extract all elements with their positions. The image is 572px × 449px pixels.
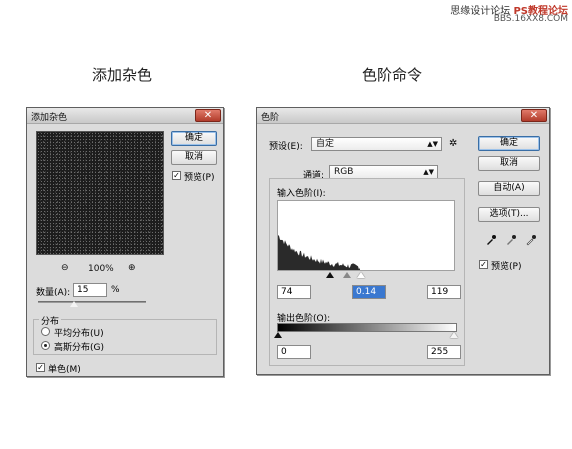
histogram [277, 200, 455, 271]
gaussian-label: 高斯分布(G) [54, 343, 104, 353]
options-button[interactable]: 选项(T)... [478, 207, 540, 222]
monochromatic-checkbox[interactable]: ✓ [36, 363, 45, 372]
input-white-field[interactable]: 119 [427, 285, 461, 299]
output-black-field[interactable]: 0 [277, 345, 311, 359]
uniform-label: 平均分布(U) [54, 329, 104, 339]
input-white-slider[interactable] [357, 272, 365, 278]
output-white-slider[interactable] [450, 332, 458, 338]
preset-label: 预设(E): [269, 142, 303, 152]
preview-label: 预览(P) [491, 262, 522, 272]
histogram-shape [278, 235, 360, 270]
noise-preview [36, 131, 164, 255]
black-eyedropper-icon[interactable] [485, 234, 497, 246]
histogram-graph [278, 235, 360, 270]
output-gradient [277, 323, 457, 332]
zoom-level: 100% [88, 264, 114, 274]
chevron-down-icon: ▲▼ [427, 140, 438, 148]
add-noise-dialog: 添加杂色 ✕ 确定 取消 ✓ 预览(P) ⊖ 100% ⊕ 数量(A): 15 … [26, 107, 224, 377]
amount-slider-thumb[interactable] [69, 301, 78, 307]
levels-dialog: 色阶 ✕ 预设(E): 自定 ▲▼ ✲ 通道: RGB ▲▼ 输入色阶(I): … [256, 107, 550, 375]
zoom-in-icon[interactable]: ⊕ [128, 263, 136, 273]
cancel-button[interactable]: 取消 [478, 156, 540, 171]
zoom-out-icon[interactable]: ⊖ [61, 263, 69, 273]
channel-select[interactable]: RGB ▲▼ [329, 165, 438, 179]
watermark-url: BBS.16XX8.COM [493, 14, 568, 24]
input-black-slider[interactable] [326, 272, 334, 278]
gaussian-radio[interactable] [41, 341, 50, 350]
preview-label: 预览(P) [184, 173, 215, 183]
chevron-down-icon: ▲▼ [423, 168, 434, 176]
ok-button[interactable]: 确定 [478, 136, 540, 151]
preview-checkbox[interactable]: ✓ [172, 171, 181, 180]
gray-eyedropper-icon[interactable] [505, 234, 517, 246]
close-button[interactable]: ✕ [521, 109, 547, 122]
levels-title: 色阶 [261, 113, 280, 123]
channel-value: RGB [334, 167, 354, 177]
ok-button[interactable]: 确定 [171, 131, 217, 146]
output-white-field[interactable]: 255 [427, 345, 461, 359]
white-eyedropper-icon[interactable] [525, 234, 537, 246]
input-levels-label: 输入色阶(I): [277, 189, 326, 199]
add-noise-title: 添加杂色 [31, 113, 68, 123]
preset-select[interactable]: 自定 ▲▼ [311, 137, 442, 151]
cancel-button[interactable]: 取消 [171, 150, 217, 165]
amount-unit: % [111, 285, 120, 295]
caption-add-noise: 添加杂色 [92, 66, 153, 84]
auto-button[interactable]: 自动(A) [478, 181, 540, 196]
input-black-field[interactable]: 74 [277, 285, 311, 299]
gear-icon[interactable]: ✲ [449, 138, 457, 149]
preview-checkbox[interactable]: ✓ [479, 260, 488, 269]
output-black-slider[interactable] [274, 332, 282, 338]
caption-levels: 色阶命令 [362, 66, 423, 84]
input-gray-slider[interactable] [343, 272, 351, 278]
add-noise-titlebar: 添加杂色 ✕ [27, 108, 223, 124]
uniform-radio[interactable] [41, 327, 50, 336]
close-button[interactable]: ✕ [195, 109, 221, 122]
preset-value: 自定 [316, 139, 335, 149]
input-gray-field[interactable]: 0.14 [352, 285, 386, 299]
amount-label: 数量(A): [36, 288, 71, 298]
levels-titlebar: 色阶 ✕ [257, 108, 549, 124]
amount-slider-track[interactable] [38, 301, 146, 303]
amount-input[interactable]: 15 [73, 283, 107, 297]
monochromatic-label: 单色(M) [48, 365, 81, 375]
site-watermark: 思缘设计论坛 PS教程论坛 BBS.16XX8.COM [450, 2, 568, 24]
